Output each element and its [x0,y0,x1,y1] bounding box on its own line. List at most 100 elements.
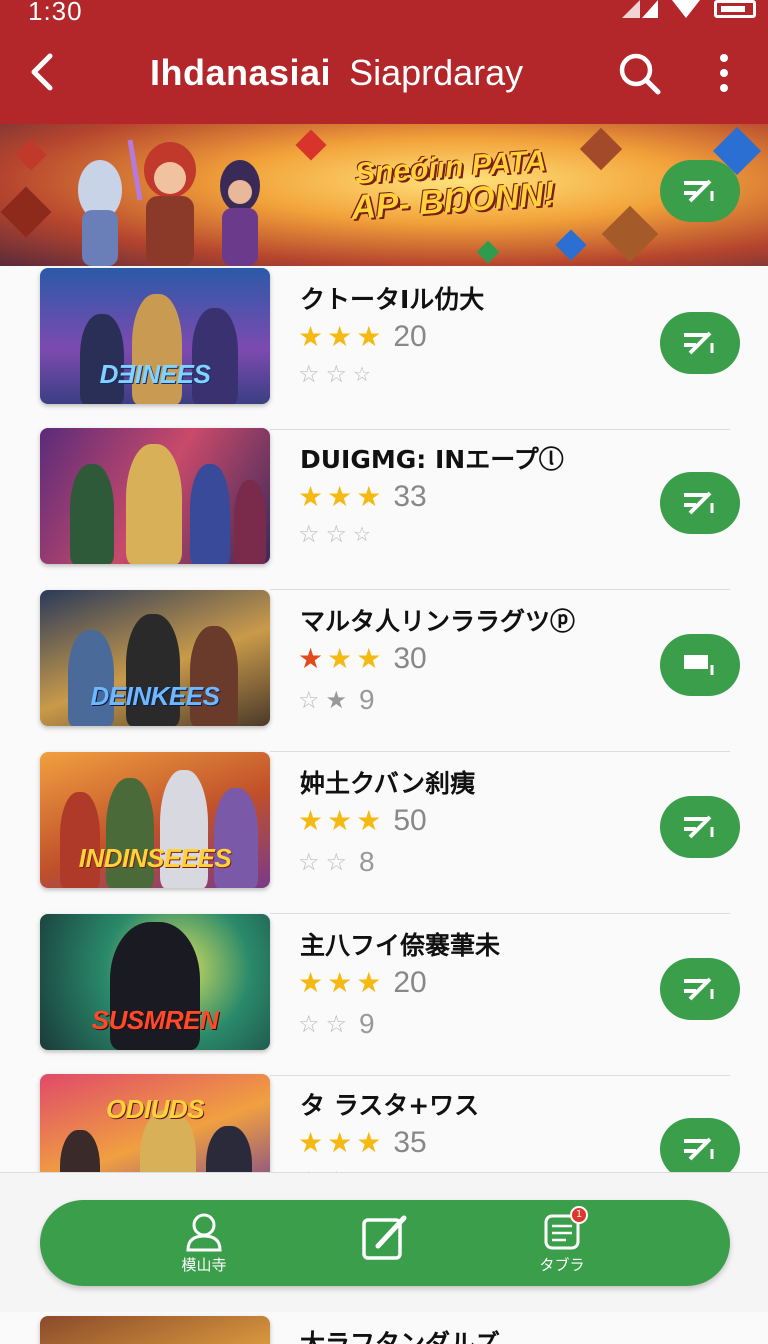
game-rating: ★ ★ ★ 20 [298,966,427,1000]
game-logo: SUSMREN [91,1005,219,1035]
download-icon [684,815,714,839]
signal-icon [622,0,658,18]
download-icon [684,1137,714,1161]
star-outline-icon: ☆ [325,520,348,548]
app-header: 1:30 Ihdanasiai Siaprdaray [0,0,768,124]
star-icon: ★ [327,480,353,513]
status-time: 1:30 [28,0,83,26]
game-thumbnail: ODIUDS [40,1074,270,1172]
promo-banner[interactable]: Sneóiın PATA AP- BŊONN! [0,124,768,266]
game-logo: DEINKEES [90,681,220,711]
secondary-count: 9 [359,1008,375,1039]
gem-decoration [0,186,52,238]
game-title: 主八フイ倷褰茟未 [300,931,501,960]
install-button[interactable] [660,312,740,374]
star-icon: ★ [327,804,353,837]
game-thumbnail: INDINSEEES [40,752,270,888]
page-title: Ihdanasiai Siaprdaray [150,52,523,94]
page-title-secondary: Siaprdaray [349,52,524,93]
list-item[interactable]: DEINKEES マルタ人リンララグツⓟ ★ ★ ★ 30 ☆ ★ 9 [0,590,768,752]
download-icon [684,331,714,355]
list-item[interactable]: DUIGMG: INエープⓛ ★ ★ ★ 33 ☆ ☆ ☆ [0,428,768,590]
secondary-rating: ☆ ☆ ☆ [298,522,371,546]
heroes-illustration [78,139,260,266]
install-button[interactable] [660,634,740,696]
game-thumbnail: DƎINEES [40,268,270,404]
install-button[interactable] [660,1118,740,1172]
list-item[interactable]: INDINSEEES 妕土クバン刹痍 ★ ★ ★ 50 ☆ ☆ 8 [0,752,768,914]
nav-item-edit[interactable] [325,1212,445,1278]
search-button[interactable] [614,48,664,98]
notes-icon-wrap: 1 [542,1206,588,1252]
edit-icon [362,1215,407,1260]
star-outline-icon: ☆ [325,360,348,388]
star-outline-icon: ☆ [298,686,320,714]
secondary-rating: ☆ ☆ 8 [298,846,375,878]
install-button[interactable] [660,796,740,858]
nav-item-label: 模山寺 [181,1256,227,1274]
banner-headline: Sneóiın PATA AP- BŊONN! [348,144,556,226]
gem-decoration [601,205,659,263]
star-icon: ★ [298,1126,324,1159]
star-outline-icon: ☆ [298,1010,320,1038]
star-outline-icon: ☆ [298,360,320,388]
download-icon [684,655,714,675]
install-button[interactable] [660,958,740,1020]
star-icon: ★ [356,320,382,353]
secondary-count: 8 [359,846,375,877]
gem-decoration [476,240,500,264]
rating-count: 50 [393,804,427,837]
list-item-peek[interactable]: 大ラフタンダルズ [0,1312,768,1344]
game-rating: ★ ★ ★ 30 [298,642,427,676]
game-logo: ODIUDS [105,1094,205,1124]
secondary-count: 9 [359,684,375,715]
more-vertical-icon [720,54,728,92]
star-icon: ★ [325,686,348,714]
wifi-icon [672,0,700,18]
game-rating: ★ ★ ★ 20 [298,320,427,354]
game-rating: ★ ★ ★ 33 [298,480,427,514]
banner-download-button[interactable] [660,160,740,222]
game-list: DƎINEES クトータIル仂大 ★ ★ ★ 20 ☆ ☆ ☆ DUIGMG: INエー… [0,266,768,1172]
star-icon: ★ [327,320,353,353]
star-outline-icon: ☆ [353,362,371,386]
rating-count: 20 [393,966,427,999]
list-item[interactable]: DƎINEES クトータIル仂大 ★ ★ ★ 20 ☆ ☆ ☆ [0,268,768,430]
game-logo: DƎINEES [99,359,211,389]
star-icon: ★ [298,966,324,999]
page-title-primary: Ihdanasiai [150,52,332,93]
star-icon: ★ [327,642,353,675]
star-icon: ★ [298,804,324,837]
more-options-button[interactable] [706,48,742,98]
rating-count: 33 [393,480,427,513]
list-item[interactable]: SUSMREN 主八フイ倷褰茟未 ★ ★ ★ 20 ☆ ☆ 9 [0,914,768,1076]
star-icon: ★ [327,966,353,999]
download-icon [684,179,714,203]
battery-icon [714,0,756,18]
nav-item-notes[interactable]: 1 タブラ [502,1206,622,1278]
gem-decoration [295,129,327,161]
back-button[interactable] [20,50,64,94]
list-item[interactable]: ODIUDS タ ラスタ+ワス ★★★ 35 ☆☆ [0,1074,768,1172]
game-thumbnail: DEINKEES [40,590,270,726]
star-icon: ★ [356,804,382,837]
bottom-nav: 模山寺 1 タブラ [40,1200,730,1286]
game-title: 大ラフタンダルズ [300,1329,501,1344]
star-icon: ★ [356,966,382,999]
game-title: DUIGMG: INエープⓛ [300,445,564,474]
rating-count: 35 [393,1126,427,1159]
rating-count: 30 [393,642,427,675]
nav-item-label: タブラ [539,1256,585,1274]
star-outline-icon: ☆ [325,1010,348,1038]
gem-decoration [579,127,623,171]
nav-item-profile[interactable]: 模山寺 [144,1212,264,1278]
star-icon: ★ [356,1126,382,1159]
install-button[interactable] [660,472,740,534]
game-thumbnail: SUSMREN [40,914,270,1050]
secondary-rating: ☆ ★ 9 [298,684,375,716]
gem-decoration [555,229,587,261]
search-icon [619,53,661,95]
star-icon: ★ [298,642,324,675]
status-bar: 1:30 [0,0,768,28]
star-outline-icon: ☆ [353,522,371,546]
